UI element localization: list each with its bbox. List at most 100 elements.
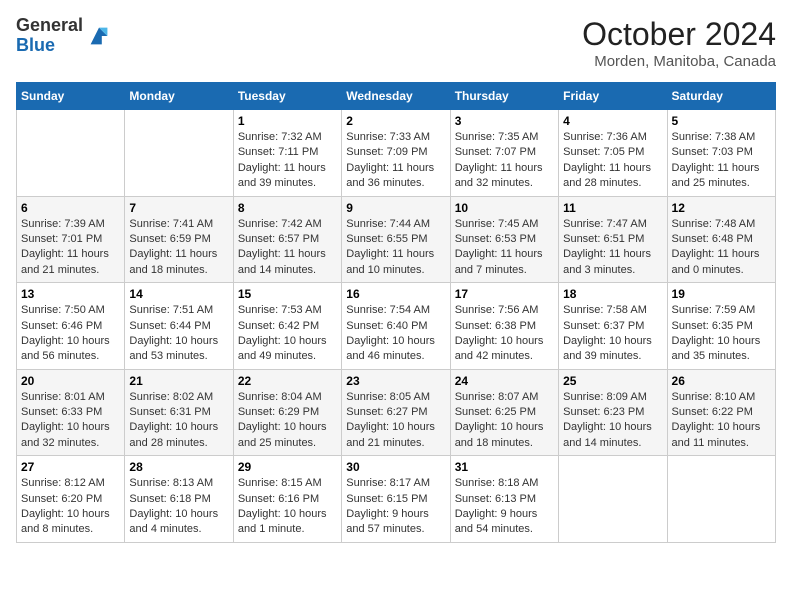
day-number: 31	[455, 460, 554, 474]
day-info: Sunrise: 7:59 AM Sunset: 6:35 PM Dayligh…	[672, 303, 771, 365]
calendar-cell: 29 Sunrise: 8:15 AM Sunset: 6:16 PM Dayli…	[233, 456, 341, 543]
calendar-cell: 24Sunrise: 8:07 AM Sunset: 6:25 PM Dayli…	[450, 369, 558, 456]
day-number: 2	[346, 114, 445, 128]
day-info: Sunrise: 8:10 AM Sunset: 6:22 PM Dayligh…	[672, 390, 771, 452]
day-of-week-header: Friday	[559, 83, 667, 110]
calendar-cell: 26 Sunrise: 8:10 AM Sunset: 6:22 PM Dayli…	[667, 369, 775, 456]
calendar-cell: 25 Sunrise: 8:09 AM Sunset: 6:23 PM Dayli…	[559, 369, 667, 456]
calendar-cell: 31 Sunrise: 8:18 AM Sunset: 6:13 PM Dayli…	[450, 456, 558, 543]
calendar-cell	[17, 110, 125, 197]
day-info: Sunrise: 8:18 AM Sunset: 6:13 PM Dayligh…	[455, 476, 554, 538]
day-info: Sunrise: 7:36 AM Sunset: 7:05 PM Dayligh…	[563, 130, 662, 192]
day-of-week-header: Tuesday	[233, 83, 341, 110]
calendar-cell	[125, 110, 233, 197]
day-info: Sunrise: 8:17 AM Sunset: 6:15 PM Dayligh…	[346, 476, 445, 538]
day-info: Sunrise: 7:44 AM Sunset: 6:55 PM Dayligh…	[346, 217, 445, 279]
day-info: Sunrise: 8:15 AM Sunset: 6:16 PM Dayligh…	[238, 476, 337, 538]
day-info: Sunrise: 7:56 AM Sunset: 6:38 PM Dayligh…	[455, 303, 554, 365]
day-number: 23	[346, 374, 445, 388]
title-area: October 2024 Morden, Manitoba, Canada	[582, 16, 776, 70]
day-info: Sunrise: 7:53 AM Sunset: 6:42 PM Dayligh…	[238, 303, 337, 365]
day-number: 20	[21, 374, 120, 388]
day-info: Sunrise: 7:45 AM Sunset: 6:53 PM Dayligh…	[455, 217, 554, 279]
calendar-cell: 20 Sunrise: 8:01 AM Sunset: 6:33 PM Dayli…	[17, 369, 125, 456]
calendar-cell: 4 Sunrise: 7:36 AM Sunset: 7:05 PM Daylig…	[559, 110, 667, 197]
logo-icon	[85, 22, 113, 50]
day-info: Sunrise: 7:32 AM Sunset: 7:11 PM Dayligh…	[238, 130, 337, 192]
location: Morden, Manitoba, Canada	[582, 53, 776, 70]
calendar-cell: 18Sunrise: 7:58 AM Sunset: 6:37 PM Dayli…	[559, 283, 667, 370]
calendar-table: SundayMondayTuesdayWednesdayThursdayFrid…	[16, 82, 776, 543]
calendar-cell: 11 Sunrise: 7:47 AM Sunset: 6:51 PM Dayli…	[559, 196, 667, 283]
day-number: 15	[238, 287, 337, 301]
day-number: 6	[21, 201, 120, 215]
day-info: Sunrise: 8:01 AM Sunset: 6:33 PM Dayligh…	[21, 390, 120, 452]
day-info: Sunrise: 7:47 AM Sunset: 6:51 PM Dayligh…	[563, 217, 662, 279]
day-number: 14	[129, 287, 228, 301]
calendar-cell: 6Sunrise: 7:39 AM Sunset: 7:01 PM Daylig…	[17, 196, 125, 283]
day-info: Sunrise: 8:07 AM Sunset: 6:25 PM Dayligh…	[455, 390, 554, 452]
calendar-cell: 23 Sunrise: 8:05 AM Sunset: 6:27 PM Dayli…	[342, 369, 450, 456]
day-info: Sunrise: 7:51 AM Sunset: 6:44 PM Dayligh…	[129, 303, 228, 365]
day-of-week-header: Thursday	[450, 83, 558, 110]
day-info: Sunrise: 7:41 AM Sunset: 6:59 PM Dayligh…	[129, 217, 228, 279]
day-number: 30	[346, 460, 445, 474]
calendar-cell: 16 Sunrise: 7:54 AM Sunset: 6:40 PM Dayli…	[342, 283, 450, 370]
day-number: 12	[672, 201, 771, 215]
calendar-cell: 17 Sunrise: 7:56 AM Sunset: 6:38 PM Dayli…	[450, 283, 558, 370]
calendar-cell	[667, 456, 775, 543]
day-info: Sunrise: 7:38 AM Sunset: 7:03 PM Dayligh…	[672, 130, 771, 192]
calendar-cell: 30 Sunrise: 8:17 AM Sunset: 6:15 PM Dayli…	[342, 456, 450, 543]
page-header: General Blue October 2024 Morden, Manito…	[16, 16, 776, 70]
day-info: Sunrise: 7:50 AM Sunset: 6:46 PM Dayligh…	[21, 303, 120, 365]
day-number: 29	[238, 460, 337, 474]
day-number: 16	[346, 287, 445, 301]
logo: General Blue	[16, 16, 113, 56]
day-info: Sunrise: 8:05 AM Sunset: 6:27 PM Dayligh…	[346, 390, 445, 452]
calendar-week-row: 20 Sunrise: 8:01 AM Sunset: 6:33 PM Dayli…	[17, 369, 776, 456]
calendar-cell: 27 Sunrise: 8:12 AM Sunset: 6:20 PM Dayli…	[17, 456, 125, 543]
calendar-cell: 14 Sunrise: 7:51 AM Sunset: 6:44 PM Dayli…	[125, 283, 233, 370]
day-number: 17	[455, 287, 554, 301]
day-number: 11	[563, 201, 662, 215]
day-of-week-header: Saturday	[667, 83, 775, 110]
calendar-cell: 28Sunrise: 8:13 AM Sunset: 6:18 PM Dayli…	[125, 456, 233, 543]
logo-blue-text: Blue	[16, 35, 55, 55]
day-info: Sunrise: 7:58 AM Sunset: 6:37 PM Dayligh…	[563, 303, 662, 365]
day-number: 13	[21, 287, 120, 301]
calendar-week-row: 13 Sunrise: 7:50 AM Sunset: 6:46 PM Dayli…	[17, 283, 776, 370]
day-number: 9	[346, 201, 445, 215]
calendar-cell: 19 Sunrise: 7:59 AM Sunset: 6:35 PM Dayli…	[667, 283, 775, 370]
day-of-week-header: Monday	[125, 83, 233, 110]
day-number: 8	[238, 201, 337, 215]
calendar-cell: 15 Sunrise: 7:53 AM Sunset: 6:42 PM Dayli…	[233, 283, 341, 370]
calendar-week-row: 1Sunrise: 7:32 AM Sunset: 7:11 PM Daylig…	[17, 110, 776, 197]
calendar-cell: 10 Sunrise: 7:45 AM Sunset: 6:53 PM Dayli…	[450, 196, 558, 283]
day-info: Sunrise: 8:12 AM Sunset: 6:20 PM Dayligh…	[21, 476, 120, 538]
logo-general-text: General	[16, 15, 83, 35]
day-number: 4	[563, 114, 662, 128]
day-of-week-header: Wednesday	[342, 83, 450, 110]
calendar-cell: 1Sunrise: 7:32 AM Sunset: 7:11 PM Daylig…	[233, 110, 341, 197]
calendar-cell: 9 Sunrise: 7:44 AM Sunset: 6:55 PM Daylig…	[342, 196, 450, 283]
day-info: Sunrise: 7:54 AM Sunset: 6:40 PM Dayligh…	[346, 303, 445, 365]
calendar-cell: 12Sunrise: 7:48 AM Sunset: 6:48 PM Dayli…	[667, 196, 775, 283]
day-number: 5	[672, 114, 771, 128]
calendar-cell: 21Sunrise: 8:02 AM Sunset: 6:31 PM Dayli…	[125, 369, 233, 456]
day-number: 19	[672, 287, 771, 301]
calendar-cell	[559, 456, 667, 543]
calendar-cell: 3Sunrise: 7:35 AM Sunset: 7:07 PM Daylig…	[450, 110, 558, 197]
day-number: 28	[129, 460, 228, 474]
day-number: 27	[21, 460, 120, 474]
calendar-cell: 5 Sunrise: 7:38 AM Sunset: 7:03 PM Daylig…	[667, 110, 775, 197]
day-number: 3	[455, 114, 554, 128]
calendar-header-row: SundayMondayTuesdayWednesdayThursdayFrid…	[17, 83, 776, 110]
day-number: 10	[455, 201, 554, 215]
month-title: October 2024	[582, 16, 776, 53]
day-info: Sunrise: 8:04 AM Sunset: 6:29 PM Dayligh…	[238, 390, 337, 452]
day-number: 25	[563, 374, 662, 388]
day-number: 26	[672, 374, 771, 388]
calendar-cell: 2Sunrise: 7:33 AM Sunset: 7:09 PM Daylig…	[342, 110, 450, 197]
calendar-cell: 8Sunrise: 7:42 AM Sunset: 6:57 PM Daylig…	[233, 196, 341, 283]
day-info: Sunrise: 8:09 AM Sunset: 6:23 PM Dayligh…	[563, 390, 662, 452]
